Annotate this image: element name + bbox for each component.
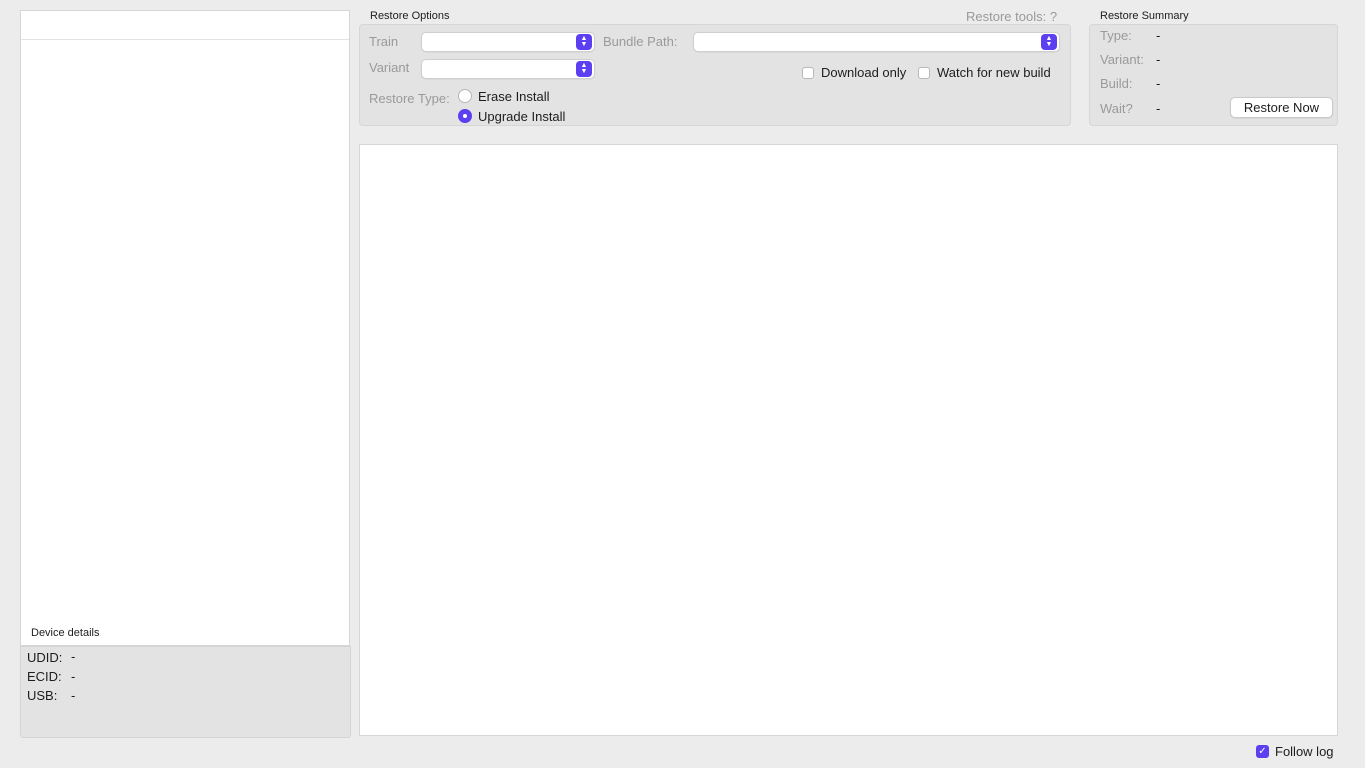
restore-options-panel: Train ▲ ▼ Bundle Path: ▲ ▼ Variant ▲ ▼ Down… bbox=[359, 24, 1071, 126]
summary-build-label: Build: bbox=[1100, 76, 1133, 91]
chevron-updown-icon: ▲ ▼ bbox=[1041, 34, 1057, 50]
restore-tools-status: Restore tools: ? bbox=[966, 9, 1058, 24]
udid-value: - bbox=[71, 649, 76, 664]
follow-log-label[interactable]: Follow log bbox=[1275, 744, 1334, 759]
summary-type-value: - bbox=[1156, 28, 1161, 43]
ecid-value: - bbox=[71, 669, 76, 684]
usb-label: USB: bbox=[27, 688, 58, 703]
restore-summary-title: Restore Summary bbox=[1100, 10, 1189, 22]
udid-label: UDID: bbox=[27, 650, 63, 665]
chevron-updown-icon: ▲ ▼ bbox=[576, 61, 592, 77]
train-label: Train bbox=[369, 34, 399, 49]
summary-type-label: Type: bbox=[1100, 28, 1132, 43]
upgrade-install-radio[interactable] bbox=[458, 109, 472, 123]
variant-label: Variant bbox=[369, 60, 410, 75]
summary-wait-label: Wait? bbox=[1100, 101, 1133, 116]
download-only-checkbox[interactable] bbox=[802, 67, 814, 79]
summary-variant-label: Variant: bbox=[1100, 52, 1144, 67]
summary-variant-value: - bbox=[1156, 52, 1161, 67]
usb-value: - bbox=[71, 688, 76, 703]
device-details-title: Device details bbox=[31, 627, 100, 639]
bundle-path-label: Bundle Path: bbox=[603, 34, 678, 49]
restore-summary-panel: Type: - Variant: - Build: - Wait? - Rest… bbox=[1089, 24, 1338, 126]
device-list-header bbox=[21, 11, 349, 40]
bundle-path-popup[interactable]: ▲ ▼ bbox=[693, 32, 1060, 52]
watch-new-build-checkbox[interactable] bbox=[918, 67, 930, 79]
watch-new-build-label[interactable]: Watch for new build bbox=[937, 65, 1051, 80]
log-output[interactable] bbox=[359, 144, 1338, 736]
erase-install-label[interactable]: Erase Install bbox=[478, 89, 550, 104]
restore-options-title: Restore Options bbox=[370, 10, 450, 22]
upgrade-install-label[interactable]: Upgrade Install bbox=[478, 109, 565, 124]
device-details-panel: UDID: - ECID: - USB: - bbox=[20, 646, 351, 738]
chevron-updown-icon: ▲ ▼ bbox=[576, 34, 592, 50]
summary-build-value: - bbox=[1156, 76, 1161, 91]
train-popup[interactable]: ▲ ▼ bbox=[421, 32, 595, 52]
restore-now-button[interactable]: Restore Now bbox=[1230, 97, 1333, 118]
summary-wait-value: - bbox=[1156, 101, 1161, 116]
download-only-label[interactable]: Download only bbox=[821, 65, 906, 80]
variant-popup[interactable]: ▲ ▼ bbox=[421, 59, 595, 79]
restore-type-label: Restore Type: bbox=[369, 91, 450, 106]
ecid-label: ECID: bbox=[27, 669, 62, 684]
erase-install-radio[interactable] bbox=[458, 89, 472, 103]
device-list[interactable] bbox=[20, 10, 350, 646]
checkmark-icon: ✓ bbox=[1258, 745, 1267, 757]
follow-log-checkbox[interactable]: ✓ bbox=[1256, 745, 1269, 758]
